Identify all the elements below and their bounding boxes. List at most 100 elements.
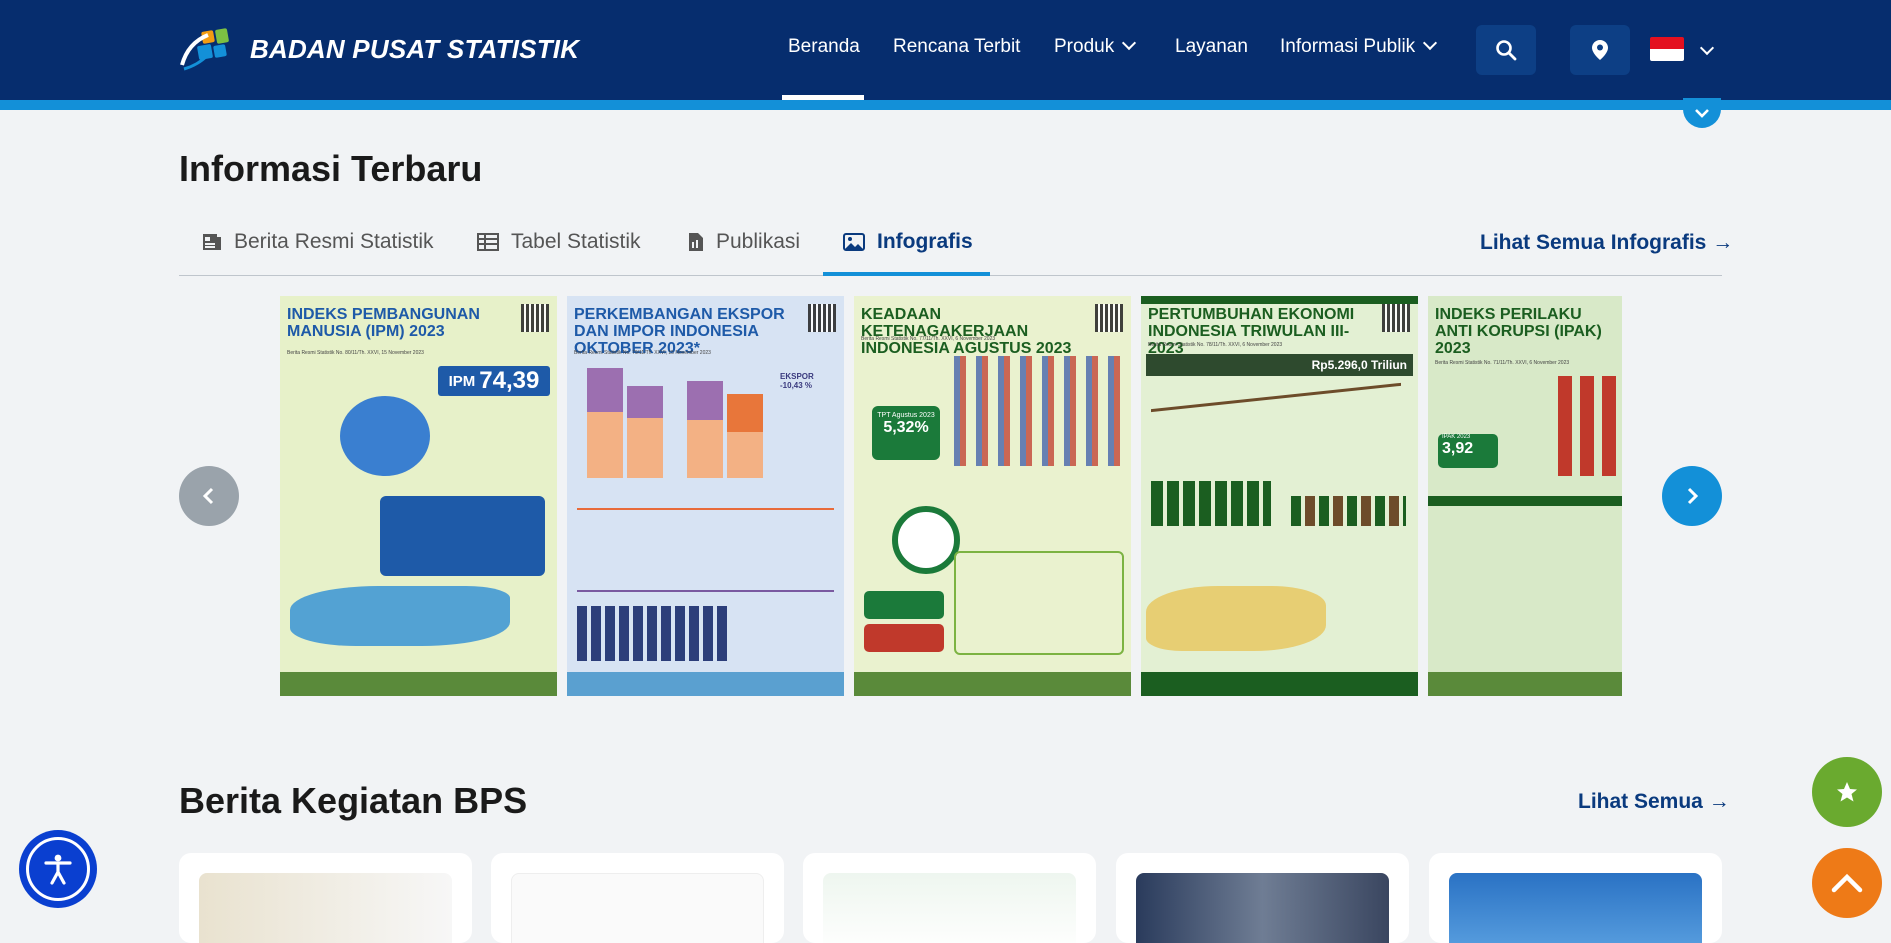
jam-kerja-panel xyxy=(954,551,1124,655)
infographic-title: KEADAAN KETENAGAKERJAAN INDONESIA AGUSTU… xyxy=(861,306,1072,357)
see-all-news-link[interactable]: Lihat Semua → xyxy=(1578,790,1730,814)
ipm-pie-graphic xyxy=(340,396,430,476)
infographic-title: PERTUMBUHAN EKONOMI INDONESIA TRIWULAN I… xyxy=(1148,306,1355,357)
infographic-card-ekspor-impor[interactable]: PERKEMBANGAN EKSPOR DAN IMPOR INDONESIA … xyxy=(567,296,844,696)
news-icon xyxy=(203,234,221,250)
infographic-subtitle: Berita Resmi Statistik No. 79/11/Th. XXV… xyxy=(574,350,711,356)
news-card[interactable] xyxy=(1429,853,1722,943)
carousel-prev-button[interactable] xyxy=(179,466,239,526)
infographic-card-ipm[interactable]: INDEKS PEMBANGUNAN MANUSIA (IPM) 2023 Be… xyxy=(280,296,557,696)
infographic-title: INDEKS PERILAKU ANTI KORUPSI (IPAK) 2023 xyxy=(1435,306,1602,357)
stat-box xyxy=(864,624,944,652)
ipm-badge-value: 74,39 xyxy=(479,367,540,394)
clock-graphic xyxy=(892,506,960,574)
accessibility-ring xyxy=(26,837,90,901)
tpt-value: 5,32% xyxy=(883,419,929,436)
brand-name[interactable]: BADAN PUSAT STATISTIK xyxy=(250,34,579,65)
export-bar-graphic xyxy=(687,381,723,478)
section-bar xyxy=(1428,496,1622,506)
favorite-button[interactable] xyxy=(1812,757,1882,827)
card-footer xyxy=(567,672,844,696)
infographic-subtitle: Berita Resmi Statistik No. 80/11/Th. XXV… xyxy=(287,350,424,356)
chevron-down-icon xyxy=(1695,109,1709,118)
stat-box xyxy=(864,591,944,619)
carousel-next-button[interactable] xyxy=(1662,466,1722,526)
bps-logo-icon[interactable] xyxy=(178,25,234,73)
news-thumbnail xyxy=(1136,873,1389,943)
ipm-badge-label: IPM xyxy=(448,372,476,390)
bar-chart-graphic xyxy=(577,606,727,661)
qr-code-icon xyxy=(808,304,836,332)
tpt-chart-graphic xyxy=(954,356,1120,466)
location-button[interactable] xyxy=(1570,25,1630,75)
indonesia-map-graphic xyxy=(1146,586,1326,651)
tab-label: Publikasi xyxy=(716,230,801,253)
ipak-bar-graphic xyxy=(1558,376,1622,476)
ekspor-label: EKSPOR xyxy=(780,372,814,381)
accessibility-icon xyxy=(44,854,72,885)
news-thumbnail xyxy=(199,873,452,943)
card-footer xyxy=(280,672,557,696)
nav-rencana-terbit[interactable]: Rencana Terbit xyxy=(893,36,1020,58)
tab-berita-resmi-statistik[interactable]: Berita Resmi Statistik xyxy=(202,230,434,254)
chevron-down-icon xyxy=(1423,35,1438,51)
infographic-card-ipak[interactable]: INDEKS PERILAKU ANTI KORUPSI (IPAK) 2023… xyxy=(1428,296,1622,696)
infographic-subtitle: Berita Resmi Statistik No. 71/11/Th. XXV… xyxy=(1435,360,1570,366)
search-icon xyxy=(1496,40,1517,61)
header-stripe xyxy=(0,100,1891,110)
card-footer xyxy=(854,672,1131,696)
news-section-title: Berita Kegiatan BPS xyxy=(179,780,528,821)
document-icon xyxy=(689,233,703,251)
accessibility-button[interactable] xyxy=(19,830,97,908)
tpt-label: TPT Agustus 2023 xyxy=(877,412,935,419)
news-thumbnail xyxy=(1449,873,1702,943)
search-button[interactable] xyxy=(1476,25,1536,75)
nav-layanan[interactable]: Layanan xyxy=(1175,36,1248,58)
news-card[interactable] xyxy=(1116,853,1409,943)
nav-produk-label: Produk xyxy=(1054,36,1115,57)
infographic-card-pertumbuhan-ekonomi[interactable]: PERTUMBUHAN EKONOMI INDONESIA TRIWULAN I… xyxy=(1141,296,1418,696)
ipm-badge: IPM 74,39 xyxy=(438,366,550,396)
star-icon xyxy=(1837,782,1857,802)
export-bar-graphic xyxy=(587,368,623,478)
line-chart-graphic xyxy=(577,508,834,592)
news-thumbnail xyxy=(823,873,1076,943)
section-title: Informasi Terbaru xyxy=(179,148,483,189)
news-card[interactable] xyxy=(803,853,1096,943)
active-tab-indicator xyxy=(823,272,990,276)
ipm-bar-panel xyxy=(380,496,545,576)
pdb-line-graphic xyxy=(1151,382,1401,468)
qr-code-icon xyxy=(1095,304,1123,332)
sector-bar-graphic xyxy=(1151,481,1271,526)
image-icon xyxy=(843,233,865,251)
tab-label: Tabel Statistik xyxy=(511,230,641,253)
card-top-bar xyxy=(1141,296,1418,304)
tab-publikasi[interactable]: Publikasi xyxy=(688,230,800,254)
chevron-up-icon xyxy=(1831,873,1863,893)
infographic-card-ketenagakerjaan[interactable]: KEADAAN KETENAGAKERJAAN INDONESIA AGUSTU… xyxy=(854,296,1131,696)
nav-beranda[interactable]: Beranda xyxy=(788,36,860,58)
nav-informasi-publik[interactable]: Informasi Publik xyxy=(1280,35,1438,58)
tab-infografis[interactable]: Infografis xyxy=(843,230,973,254)
see-all-infographics-link[interactable]: Lihat Semua Infografis → xyxy=(1480,231,1733,255)
news-thumbnail xyxy=(511,873,764,943)
tab-label: Infografis xyxy=(877,230,973,253)
expenditure-bar-graphic xyxy=(1291,496,1406,526)
tpt-badge: TPT Agustus 2023 5,32% xyxy=(872,406,940,460)
card-footer xyxy=(1141,672,1418,696)
pdb-value: Rp5.296,0 Triliun xyxy=(1146,354,1413,376)
chevron-left-icon xyxy=(202,487,214,505)
table-icon xyxy=(477,233,499,251)
news-card[interactable] xyxy=(491,853,784,943)
scroll-top-button[interactable] xyxy=(1812,848,1882,918)
tab-label: Berita Resmi Statistik xyxy=(234,230,434,253)
news-card[interactable] xyxy=(179,853,472,943)
qr-code-icon xyxy=(521,304,549,332)
header-expand-button[interactable] xyxy=(1683,98,1721,128)
tab-tabel-statistik[interactable]: Tabel Statistik xyxy=(477,230,641,254)
indonesia-flag-icon[interactable] xyxy=(1650,37,1684,61)
nav-produk[interactable]: Produk xyxy=(1054,35,1137,58)
ipak-badge: IPAK 2023 3,92 xyxy=(1438,434,1498,468)
ekspor-highlight: EKSPOR -10,43 % xyxy=(780,372,814,390)
ekspor-value: -10,43 % xyxy=(780,381,813,390)
